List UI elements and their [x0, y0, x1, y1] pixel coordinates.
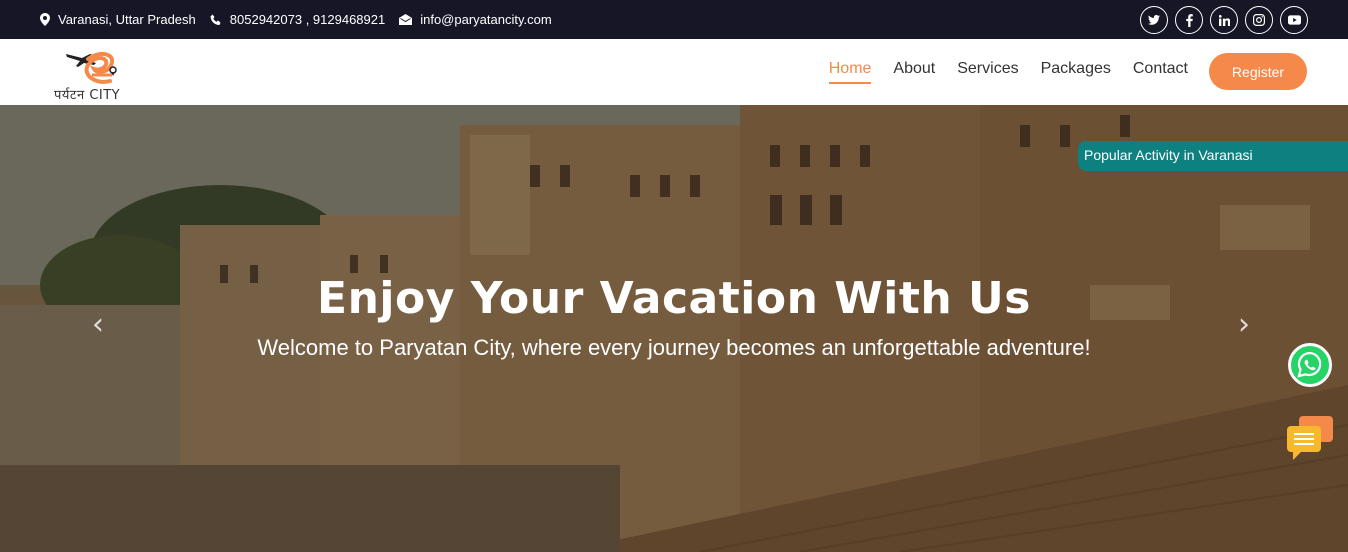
envelope-icon [399, 14, 413, 25]
phone-icon [210, 14, 221, 25]
chat-button[interactable] [1285, 416, 1335, 462]
hero-overlay [0, 105, 1348, 552]
phone-text[interactable]: 8052942073 , 9129468921 [230, 12, 385, 27]
email-text[interactable]: info@paryatancity.com [420, 12, 551, 27]
instagram-icon[interactable] [1245, 6, 1273, 34]
nav-about[interactable]: About [893, 60, 935, 82]
nav-contact[interactable]: Contact [1133, 60, 1188, 82]
hero-title: Enjoy Your Vacation With Us [317, 273, 1031, 324]
location-text: Varanasi, Uttar Pradesh [58, 12, 196, 27]
facebook-icon[interactable] [1175, 6, 1203, 34]
linkedin-icon[interactable] [1210, 6, 1238, 34]
phone-info[interactable]: 8052942073 , 9129468921 [210, 12, 385, 27]
popular-activity-tab[interactable]: Popular Activity in Varanasi [1078, 141, 1348, 171]
carousel-next-button[interactable]: › [1238, 310, 1258, 340]
register-button[interactable]: Register [1209, 53, 1307, 90]
email-info[interactable]: info@paryatancity.com [399, 12, 552, 27]
carousel-prev-button[interactable]: ‹ [92, 310, 112, 340]
whatsapp-button[interactable] [1288, 343, 1332, 387]
whatsapp-icon [1297, 351, 1322, 378]
top-info-bar: Varanasi, Uttar Pradesh 8052942073 , 912… [0, 0, 1348, 39]
hero-subtitle: Welcome to Paryatan City, where every jo… [257, 335, 1091, 360]
youtube-icon[interactable] [1280, 6, 1308, 34]
nav-menu: Home About Services Packages Contact [828, 60, 1188, 84]
chat-bubble-icon [1287, 416, 1333, 460]
logo-mark-icon [66, 51, 117, 84]
site-logo[interactable]: पर्यटन CITY [52, 45, 136, 103]
nav-services[interactable]: Services [957, 60, 1018, 82]
social-links [1140, 6, 1308, 34]
nav-home[interactable]: Home [828, 60, 871, 84]
twitter-icon[interactable] [1140, 6, 1168, 34]
hero-carousel: Enjoy Your Vacation With Us Welcome to P… [0, 105, 1348, 552]
location-info: Varanasi, Uttar Pradesh [40, 12, 196, 27]
nav-packages[interactable]: Packages [1041, 60, 1111, 82]
logo-text: पर्यटन CITY [54, 88, 121, 103]
map-pin-icon [40, 13, 50, 26]
main-navbar: पर्यटन CITY Home About Services Packages… [0, 39, 1348, 105]
